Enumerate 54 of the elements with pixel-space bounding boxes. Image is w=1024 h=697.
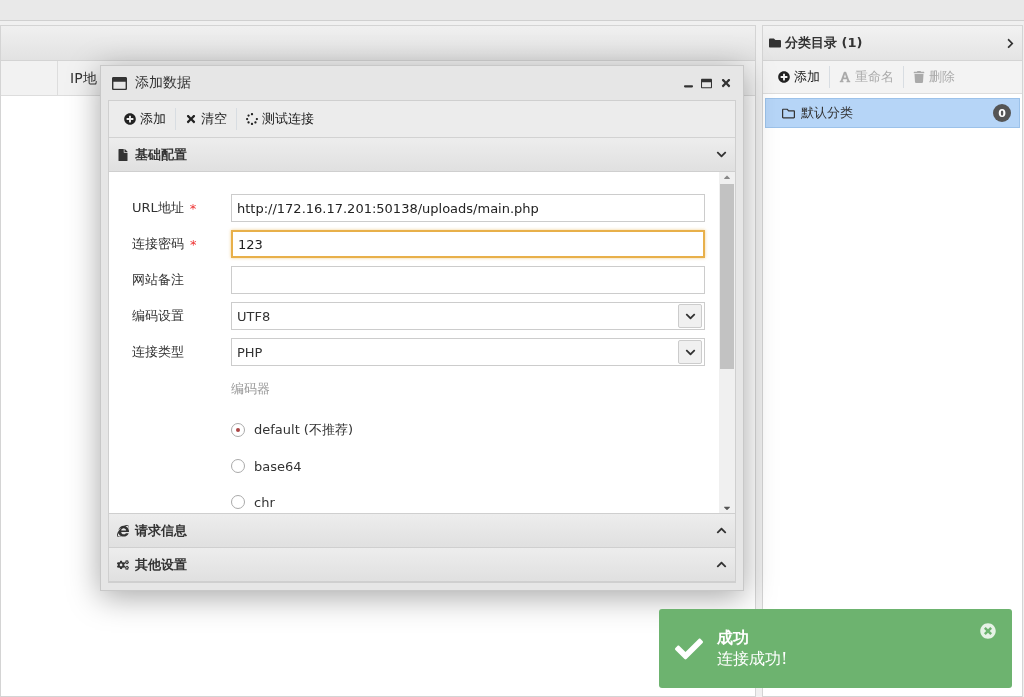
count-badge: 0	[993, 104, 1011, 122]
toolbar-button[interactable]: 清空	[176, 108, 237, 130]
group-label: 编码器	[231, 380, 271, 398]
gears-icon	[117, 558, 129, 571]
toast-message: 连接成功!	[717, 648, 789, 670]
folder-icon	[769, 37, 781, 49]
letter-a-icon	[839, 71, 851, 83]
field-label: 编码设置	[132, 307, 184, 325]
field-label: 连接类型	[132, 343, 184, 361]
folder-icon	[782, 106, 795, 120]
toolbar-button[interactable]: 添加	[769, 66, 830, 88]
section-header[interactable]: 请求信息	[109, 514, 735, 548]
section-title: 请求信息	[135, 521, 188, 540]
chevron-up-icon	[716, 559, 727, 570]
field-label: 连接密码	[132, 235, 184, 253]
chevron-right-icon[interactable]	[1005, 37, 1016, 49]
radio-button[interactable]	[231, 495, 245, 509]
dropdown[interactable]: UTF8	[231, 302, 705, 330]
window-icon	[112, 75, 127, 91]
toolbar-button[interactable]: 测试连接	[237, 108, 323, 130]
toolbar-button[interactable]: 添加	[115, 108, 176, 130]
close-icon	[185, 113, 197, 125]
toast-title: 成功	[717, 627, 750, 649]
input-field[interactable]: 123	[231, 230, 705, 258]
maximize-icon[interactable]	[701, 77, 712, 89]
dropdown[interactable]: PHP	[231, 338, 705, 366]
required-mark: *	[190, 236, 197, 252]
category-label: 默认分类	[801, 104, 854, 122]
radio-label: base64	[254, 458, 302, 474]
chevron-down-icon	[716, 149, 727, 160]
radio-button[interactable]	[231, 423, 245, 437]
close-icon[interactable]	[720, 77, 732, 89]
radio-button[interactable]	[231, 459, 245, 473]
radio-label: default (不推荐)	[254, 421, 354, 439]
field-label: URL地址	[132, 199, 184, 217]
field-label: 网站备注	[132, 271, 184, 289]
chevron-up-icon	[716, 525, 727, 536]
scrollbar[interactable]	[719, 172, 735, 513]
document-icon	[117, 148, 129, 161]
section-title: 其他设置	[135, 555, 188, 574]
window-title: 添加数据	[135, 74, 192, 92]
input-field[interactable]	[231, 266, 705, 294]
required-mark: *	[189, 200, 197, 216]
section-header[interactable]: 基础配置	[109, 138, 735, 172]
section-title: 基础配置	[135, 145, 188, 164]
trash-icon	[913, 71, 925, 83]
radio-label: chr	[254, 494, 275, 510]
panel-title: 分类目录 (1)	[785, 34, 864, 52]
column-header: IP地	[69, 69, 98, 88]
letter-e-icon	[117, 524, 129, 537]
category-item[interactable]: 默认分类 0	[765, 98, 1020, 128]
input-field[interactable]: http://172.16.17.201:50138/uploads/main.php	[231, 194, 705, 222]
section-header[interactable]: 其他设置	[109, 548, 735, 582]
spinner-icon	[246, 113, 258, 125]
